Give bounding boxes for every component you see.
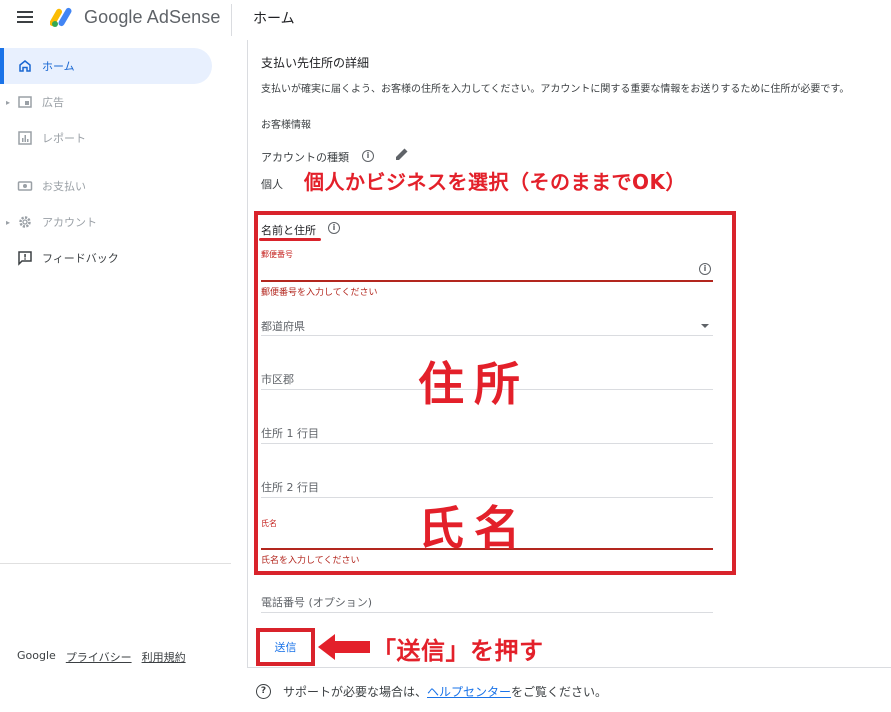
help-icon: ? [256, 684, 271, 699]
sidebar-item-label: お支払い [42, 180, 86, 193]
arrow-left-icon [318, 634, 370, 660]
account-type-label: アカウントの種類 [261, 151, 349, 164]
brand-name: Google AdSense [84, 7, 221, 27]
prefecture-select[interactable] [261, 335, 713, 336]
ads-icon [18, 96, 32, 108]
annotation-submit: 「送信」を押す [372, 637, 544, 665]
info-icon[interactable]: i [699, 263, 711, 275]
annotation-submit-box: 送信 [256, 628, 315, 666]
sidebar-item-feedback[interactable]: フィードバック [0, 240, 212, 276]
privacy-link[interactable]: プライバシー [66, 649, 132, 665]
sidebar: ホーム ▸ 広告 レポート お支払い ▸ アカウント フィードバック [0, 40, 231, 712]
annotation-underline [259, 238, 321, 241]
annotation-account-type: 個人かビジネスを選択（そのままでOK） [304, 170, 686, 194]
sidebar-item-account[interactable]: ▸ アカウント [0, 204, 212, 240]
card-border [247, 40, 248, 668]
account-type-value: 個人 [261, 178, 283, 191]
payments-icon [17, 181, 33, 191]
adsense-logo [50, 7, 72, 27]
feedback-icon [18, 251, 32, 266]
support-prefix: サポートが必要な場合は、 [283, 685, 428, 699]
submit-button[interactable]: 送信 [275, 639, 297, 655]
customer-info-heading: お客様情報 [261, 120, 311, 131]
address-line1-label: 住所 1 行目 [261, 427, 319, 440]
gear-icon [19, 216, 31, 228]
terms-link[interactable]: 利用規約 [142, 649, 186, 665]
phone-input[interactable] [261, 612, 713, 613]
address-line1-input[interactable] [261, 443, 713, 444]
page-title: ホーム [253, 11, 295, 27]
address-line2-label: 住所 2 行目 [261, 481, 319, 494]
sidebar-item-ads[interactable]: ▸ 広告 [0, 84, 212, 120]
section-title: 支払い先住所の詳細 [261, 56, 370, 70]
city-label: 市区郡 [261, 373, 294, 386]
prefecture-label: 都道府県 [261, 320, 305, 333]
annotation-name: 氏名 [418, 501, 530, 555]
section-description: 支払いが確実に届くよう、お客様の住所を入力してください。アカウントに関する重要な… [261, 84, 850, 95]
sidebar-item-label: ホーム [42, 60, 75, 73]
card-border-bottom [247, 667, 891, 668]
sidebar-item-reports[interactable]: レポート [0, 120, 212, 156]
pencil-icon[interactable] [394, 146, 410, 162]
support-suffix: をご覧ください。 [511, 685, 608, 699]
annotation-address: 住所 [418, 357, 530, 411]
chevron-right-icon[interactable]: ▸ [6, 218, 10, 227]
footer-google: Google [17, 649, 56, 662]
sidebar-item-label: レポート [42, 132, 86, 145]
header-divider [231, 4, 232, 36]
reports-icon [18, 131, 32, 145]
support-line: ? サポートが必要な場合は、 ヘルプセンター をご覧ください。 [256, 683, 607, 700]
postal-code-input[interactable] [261, 280, 713, 282]
phone-label: 電話番号 (オプション) [261, 596, 373, 609]
name-float-label: 氏名 [261, 519, 277, 528]
sidebar-item-label: フィードバック [42, 252, 119, 265]
sidebar-item-home[interactable]: ホーム [0, 48, 212, 84]
home-icon [19, 60, 31, 72]
help-center-link[interactable]: ヘルプセンター [427, 683, 511, 700]
postal-code-float-label: 郵便番号 [261, 250, 293, 259]
chevron-down-icon[interactable] [701, 324, 709, 328]
chevron-right-icon[interactable]: ▸ [6, 98, 10, 107]
sidebar-footer: Google プライバシー 利用規約 [17, 649, 186, 665]
sidebar-item-payments[interactable]: お支払い [0, 168, 212, 204]
sidebar-divider [0, 563, 231, 564]
top-app-bar: Google AdSense ホーム [0, 0, 891, 40]
postal-code-error: 郵便番号を入力してください [261, 288, 378, 298]
name-error: 氏名を入力してください [261, 556, 360, 566]
sidebar-item-label: アカウント [42, 216, 97, 229]
menu-icon[interactable] [17, 11, 33, 23]
sidebar-item-label: 広告 [42, 96, 64, 109]
info-icon[interactable]: i [328, 222, 340, 234]
name-address-label: 名前と住所 [261, 224, 316, 237]
info-icon[interactable]: i [362, 150, 374, 162]
